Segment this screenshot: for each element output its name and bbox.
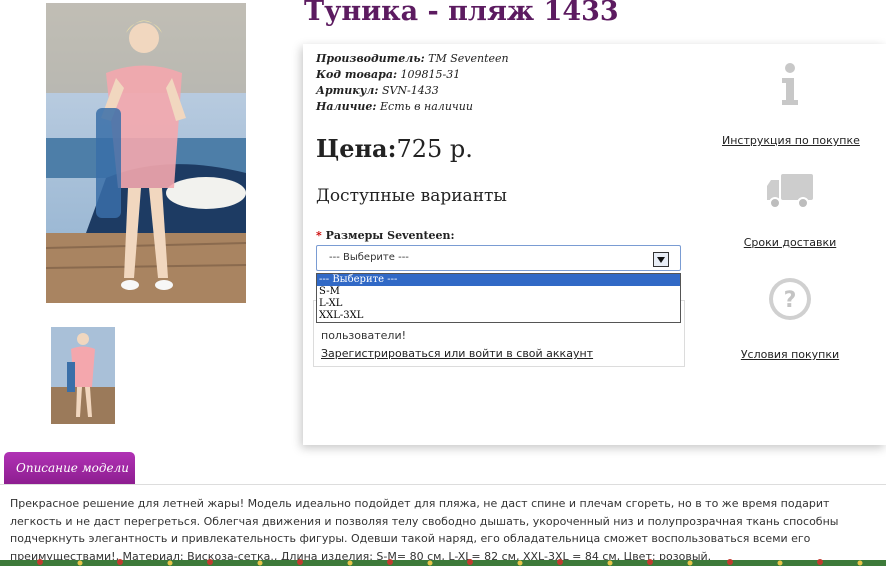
truck-icon	[767, 174, 813, 209]
size-label: * Размеры Seventeen:	[316, 229, 455, 242]
info-icon	[782, 63, 798, 105]
spec-product-code: Код товара: 109815-31	[316, 67, 509, 83]
size-option[interactable]: --- Выберите ---	[317, 274, 680, 286]
question-icon: ?	[769, 278, 811, 320]
chevron-down-icon[interactable]	[653, 252, 669, 267]
product-main-image[interactable]	[46, 3, 246, 303]
delivery-link[interactable]: Сроки доставки	[722, 236, 858, 249]
divider	[0, 484, 886, 485]
spec-label: Наличие:	[316, 100, 377, 113]
product-specs: Производитель: TM Seventeen Код товара: …	[316, 51, 509, 115]
product-title: Туника - пляж 1433	[304, 0, 619, 27]
instruction-link[interactable]: Инструкция по покупке	[722, 134, 860, 147]
spec-value: TM Seventeen	[428, 52, 509, 65]
delivery-block[interactable]: Сроки доставки	[722, 170, 858, 249]
product-description: Прекрасное решение для летней жары! Моде…	[10, 497, 839, 563]
spec-value: Есть в наличии	[380, 100, 473, 113]
size-select-value: --- Выберите ---	[329, 252, 409, 263]
notice-text: пользователи!	[321, 329, 407, 342]
spec-manufacturer: Производитель: TM Seventeen	[316, 51, 509, 67]
price-label: Цена:	[316, 134, 397, 163]
product-price: Цена:725 р.	[316, 134, 473, 163]
svg-text:?: ?	[784, 288, 797, 313]
required-mark: *	[316, 229, 322, 242]
garland-decoration	[0, 559, 886, 566]
size-option[interactable]: XXL-3XL	[317, 310, 680, 322]
instruction-block[interactable]: Инструкция по покупке	[722, 62, 860, 147]
size-option[interactable]: L-XL	[317, 298, 680, 310]
conditions-link[interactable]: Условия покупки	[722, 348, 858, 361]
spec-article: Артикул: SVN-1433	[316, 83, 509, 99]
tab-description[interactable]: Описание модели	[4, 452, 135, 485]
size-dropdown-list[interactable]: --- Выберите --- S-M L-XL XXL-3XL	[316, 273, 681, 323]
variants-heading: Доступные варианты	[316, 186, 507, 206]
register-login-link[interactable]: Зарегистрироваться или войти в свой акка…	[321, 347, 593, 360]
size-option[interactable]: S-M	[317, 286, 680, 298]
size-label-text: Размеры Seventeen:	[325, 229, 455, 242]
spec-value: SVN-1433	[381, 84, 439, 97]
price-value: 725 р.	[396, 135, 473, 163]
spec-label: Производитель:	[316, 52, 425, 65]
spec-label: Артикул:	[316, 84, 379, 97]
spec-label: Код товара:	[316, 68, 398, 81]
spec-availability: Наличие: Есть в наличии	[316, 99, 509, 115]
product-thumbnail[interactable]	[51, 327, 115, 424]
size-select[interactable]: --- Выберите ---	[316, 245, 681, 271]
conditions-block[interactable]: ? Условия покупки	[722, 276, 858, 361]
tab-description-label: Описание модели	[16, 461, 129, 475]
spec-value: 109815-31	[400, 68, 461, 81]
